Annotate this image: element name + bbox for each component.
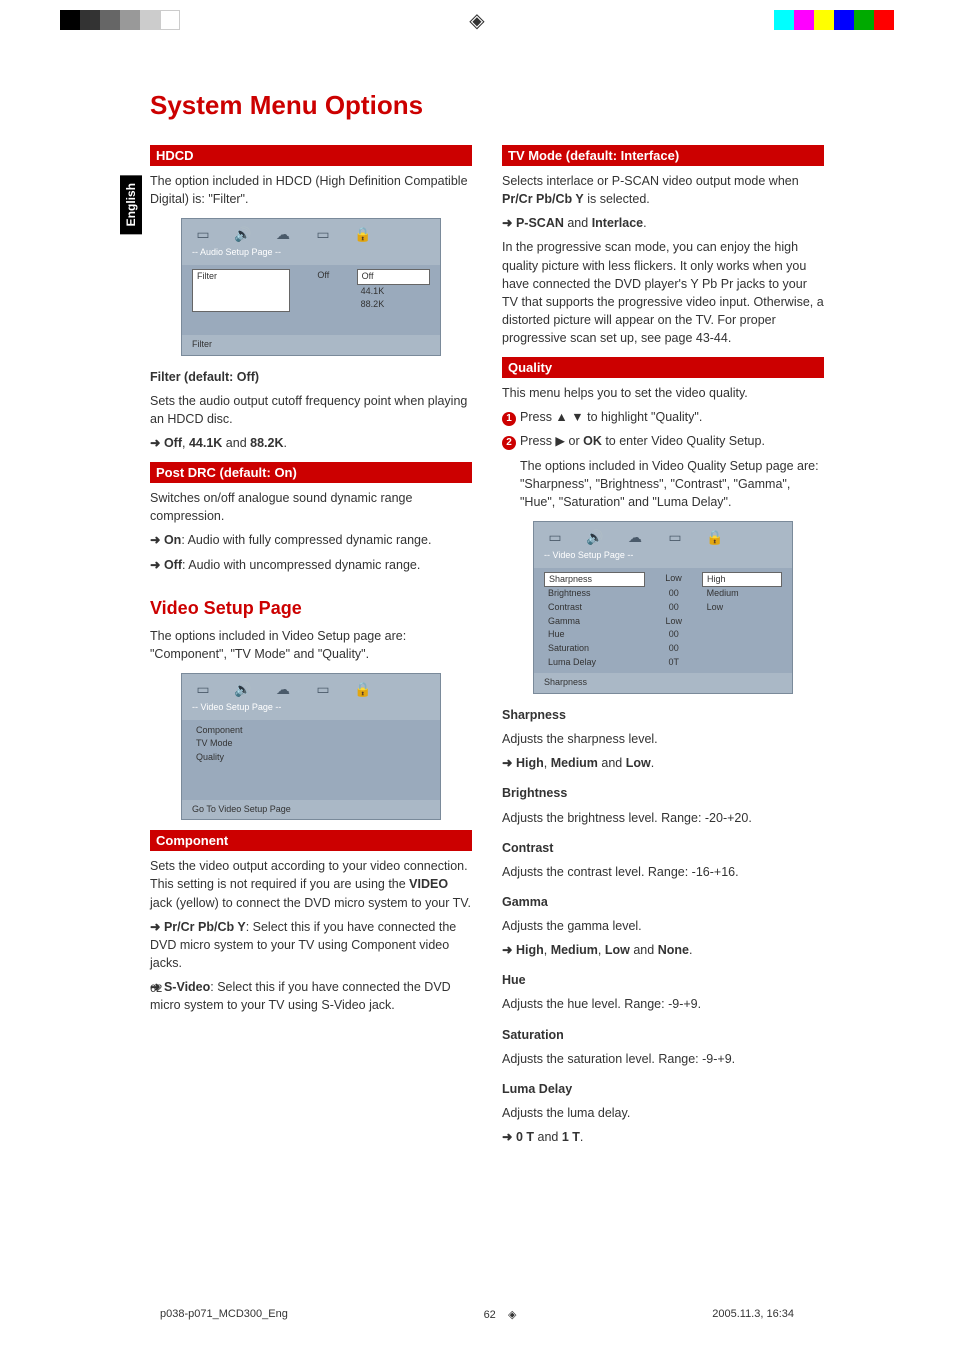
gamma-body: Adjusts the gamma level. — [502, 917, 824, 935]
sharpness-opts: ➜ High, Medium and Low. — [502, 754, 824, 772]
quality-header: Quality — [502, 357, 824, 378]
quality-step2: 2Press ▶ or OK to enter Video Quality Se… — [502, 432, 824, 450]
filter-body: Sets the audio output cutoff frequency p… — [150, 392, 472, 428]
right-column: TV Mode (default: Interface) Selects int… — [502, 135, 824, 1152]
footer-file: p038-p071_MCD300_Eng — [160, 1308, 288, 1321]
brightness-body: Adjusts the brightness level. Range: -20… — [502, 809, 824, 827]
tab-audio-icon: 🔊 — [232, 225, 254, 243]
postdrc-header: Post DRC (default: On) — [150, 462, 472, 483]
luma-opts: ➜ 0 T and 1 T. — [502, 1128, 824, 1146]
tab-general-icon: ▭ — [192, 225, 214, 243]
component-opt1: ➜ Pr/Cr Pb/Cb Y: Select this if you have… — [150, 918, 472, 972]
table-row: Saturation00 — [544, 642, 782, 656]
hdcd-intro: The option included in HDCD (High Defini… — [150, 172, 472, 208]
tab-video-icon: ☁ — [272, 225, 294, 243]
tvmode-body: In the progressive scan mode, you can en… — [502, 238, 824, 347]
color-bar-right — [774, 10, 894, 30]
ui-breadcrumb: -- Audio Setup Page -- — [182, 245, 440, 265]
tab-pref-icon: ▭ — [312, 680, 334, 698]
postdrc-intro: Switches on/off analogue sound dynamic r… — [150, 489, 472, 525]
filter-options: ➜ Off, 44.1K and 88.2K. — [150, 434, 472, 452]
table-row: Luma Delay0T — [544, 656, 782, 670]
print-footer: p038-p071_MCD300_Eng 62 ◈ 2005.11.3, 16:… — [0, 1308, 954, 1321]
contrast-heading: Contrast — [502, 839, 824, 857]
tab-pref-icon: ▭ — [312, 225, 334, 243]
video-quality-screenshot: ▭ 🔊 ☁ ▭ 🔒 -- Video Setup Page -- Sharpne… — [533, 521, 793, 694]
tab-audio-icon: 🔊 — [232, 680, 254, 698]
ui-breadcrumb: -- Video Setup Page -- — [534, 548, 792, 568]
postdrc-off: ➜ Off: Audio with uncompressed dynamic r… — [150, 556, 472, 574]
video-setup-heading: Video Setup Page — [150, 598, 472, 619]
footer-page: 62 ◈ — [484, 1308, 517, 1321]
filter-value: Off — [290, 269, 357, 312]
filter-opt-44: 44.1K — [357, 285, 430, 299]
table-row: Brightness00Medium — [544, 587, 782, 601]
video-item-component: Component — [192, 724, 430, 738]
saturation-heading: Saturation — [502, 1026, 824, 1044]
tvmode-header: TV Mode (default: Interface) — [502, 145, 824, 166]
contrast-body: Adjusts the contrast level. Range: -16-+… — [502, 863, 824, 881]
tab-lock-icon: 🔒 — [352, 225, 374, 243]
table-row: GammaLow — [544, 615, 782, 629]
tab-video-icon: ☁ — [624, 528, 646, 546]
tab-audio-icon: 🔊 — [584, 528, 606, 546]
tab-general-icon: ▭ — [192, 680, 214, 698]
page-title: System Menu Options — [150, 90, 824, 121]
video-setup-screenshot: ▭ 🔊 ☁ ▭ 🔒 -- Video Setup Page -- Compone… — [181, 673, 441, 820]
video-setup-intro: The options included in Video Setup page… — [150, 627, 472, 663]
luma-body: Adjusts the luma delay. — [502, 1104, 824, 1122]
table-row: Hue00 — [544, 628, 782, 642]
video-item-tvmode: TV Mode — [192, 737, 430, 751]
footer-date: 2005.11.3, 16:34 — [712, 1308, 794, 1321]
registration-mark: ◈ — [469, 8, 484, 33]
hue-body: Adjusts the hue level. Range: -9-+9. — [502, 995, 824, 1013]
quality-body: The options included in Video Quality Se… — [502, 457, 824, 511]
page-content: English System Menu Options HDCD The opt… — [0, 40, 954, 1182]
table-row: SharpnessLowHigh — [544, 572, 782, 588]
page-number: 62 — [150, 982, 472, 998]
color-bar-left — [60, 10, 180, 30]
language-tab: English — [120, 175, 142, 234]
hue-heading: Hue — [502, 971, 824, 989]
filter-opt-88: 88.2K — [357, 298, 430, 312]
quality-step1: 1Press ▲ ▼ to highlight "Quality". — [502, 408, 824, 426]
component-header: Component — [150, 830, 472, 851]
ui-footer: Go To Video Setup Page — [182, 800, 440, 820]
tab-lock-icon: 🔒 — [352, 680, 374, 698]
luma-heading: Luma Delay — [502, 1080, 824, 1098]
video-item-quality: Quality — [192, 751, 430, 765]
printer-marks-top: ◈ — [0, 0, 954, 40]
tab-pref-icon: ▭ — [664, 528, 686, 546]
audio-setup-screenshot: ▭ 🔊 ☁ ▭ 🔒 -- Audio Setup Page -- Filter … — [181, 218, 441, 355]
sharpness-body: Adjusts the sharpness level. — [502, 730, 824, 748]
tab-general-icon: ▭ — [544, 528, 566, 546]
filter-opt-off: Off — [357, 269, 430, 285]
filter-label: Filter — [192, 269, 290, 312]
sharpness-heading: Sharpness — [502, 706, 824, 724]
table-row: Contrast00Low — [544, 601, 782, 615]
ui-footer: Filter — [182, 335, 440, 355]
gamma-opts: ➜ High, Medium, Low and None. — [502, 941, 824, 959]
hdcd-header: HDCD — [150, 145, 472, 166]
filter-subheading: Filter (default: Off) — [150, 368, 472, 386]
brightness-heading: Brightness — [502, 784, 824, 802]
gamma-heading: Gamma — [502, 893, 824, 911]
tab-lock-icon: 🔒 — [704, 528, 726, 546]
ui-breadcrumb: -- Video Setup Page -- — [182, 700, 440, 720]
tvmode-opts: ➜ P-SCAN and Interlace. — [502, 214, 824, 232]
left-column: HDCD The option included in HDCD (High D… — [150, 135, 472, 1152]
tab-video-icon: ☁ — [272, 680, 294, 698]
quality-intro: This menu helps you to set the video qua… — [502, 384, 824, 402]
saturation-body: Adjusts the saturation level. Range: -9-… — [502, 1050, 824, 1068]
tvmode-intro: Selects interlace or P-SCAN video output… — [502, 172, 824, 208]
postdrc-on: ➜ On: Audio with fully compressed dynami… — [150, 531, 472, 549]
component-body: Sets the video output according to your … — [150, 857, 472, 911]
ui-footer: Sharpness — [534, 673, 792, 693]
